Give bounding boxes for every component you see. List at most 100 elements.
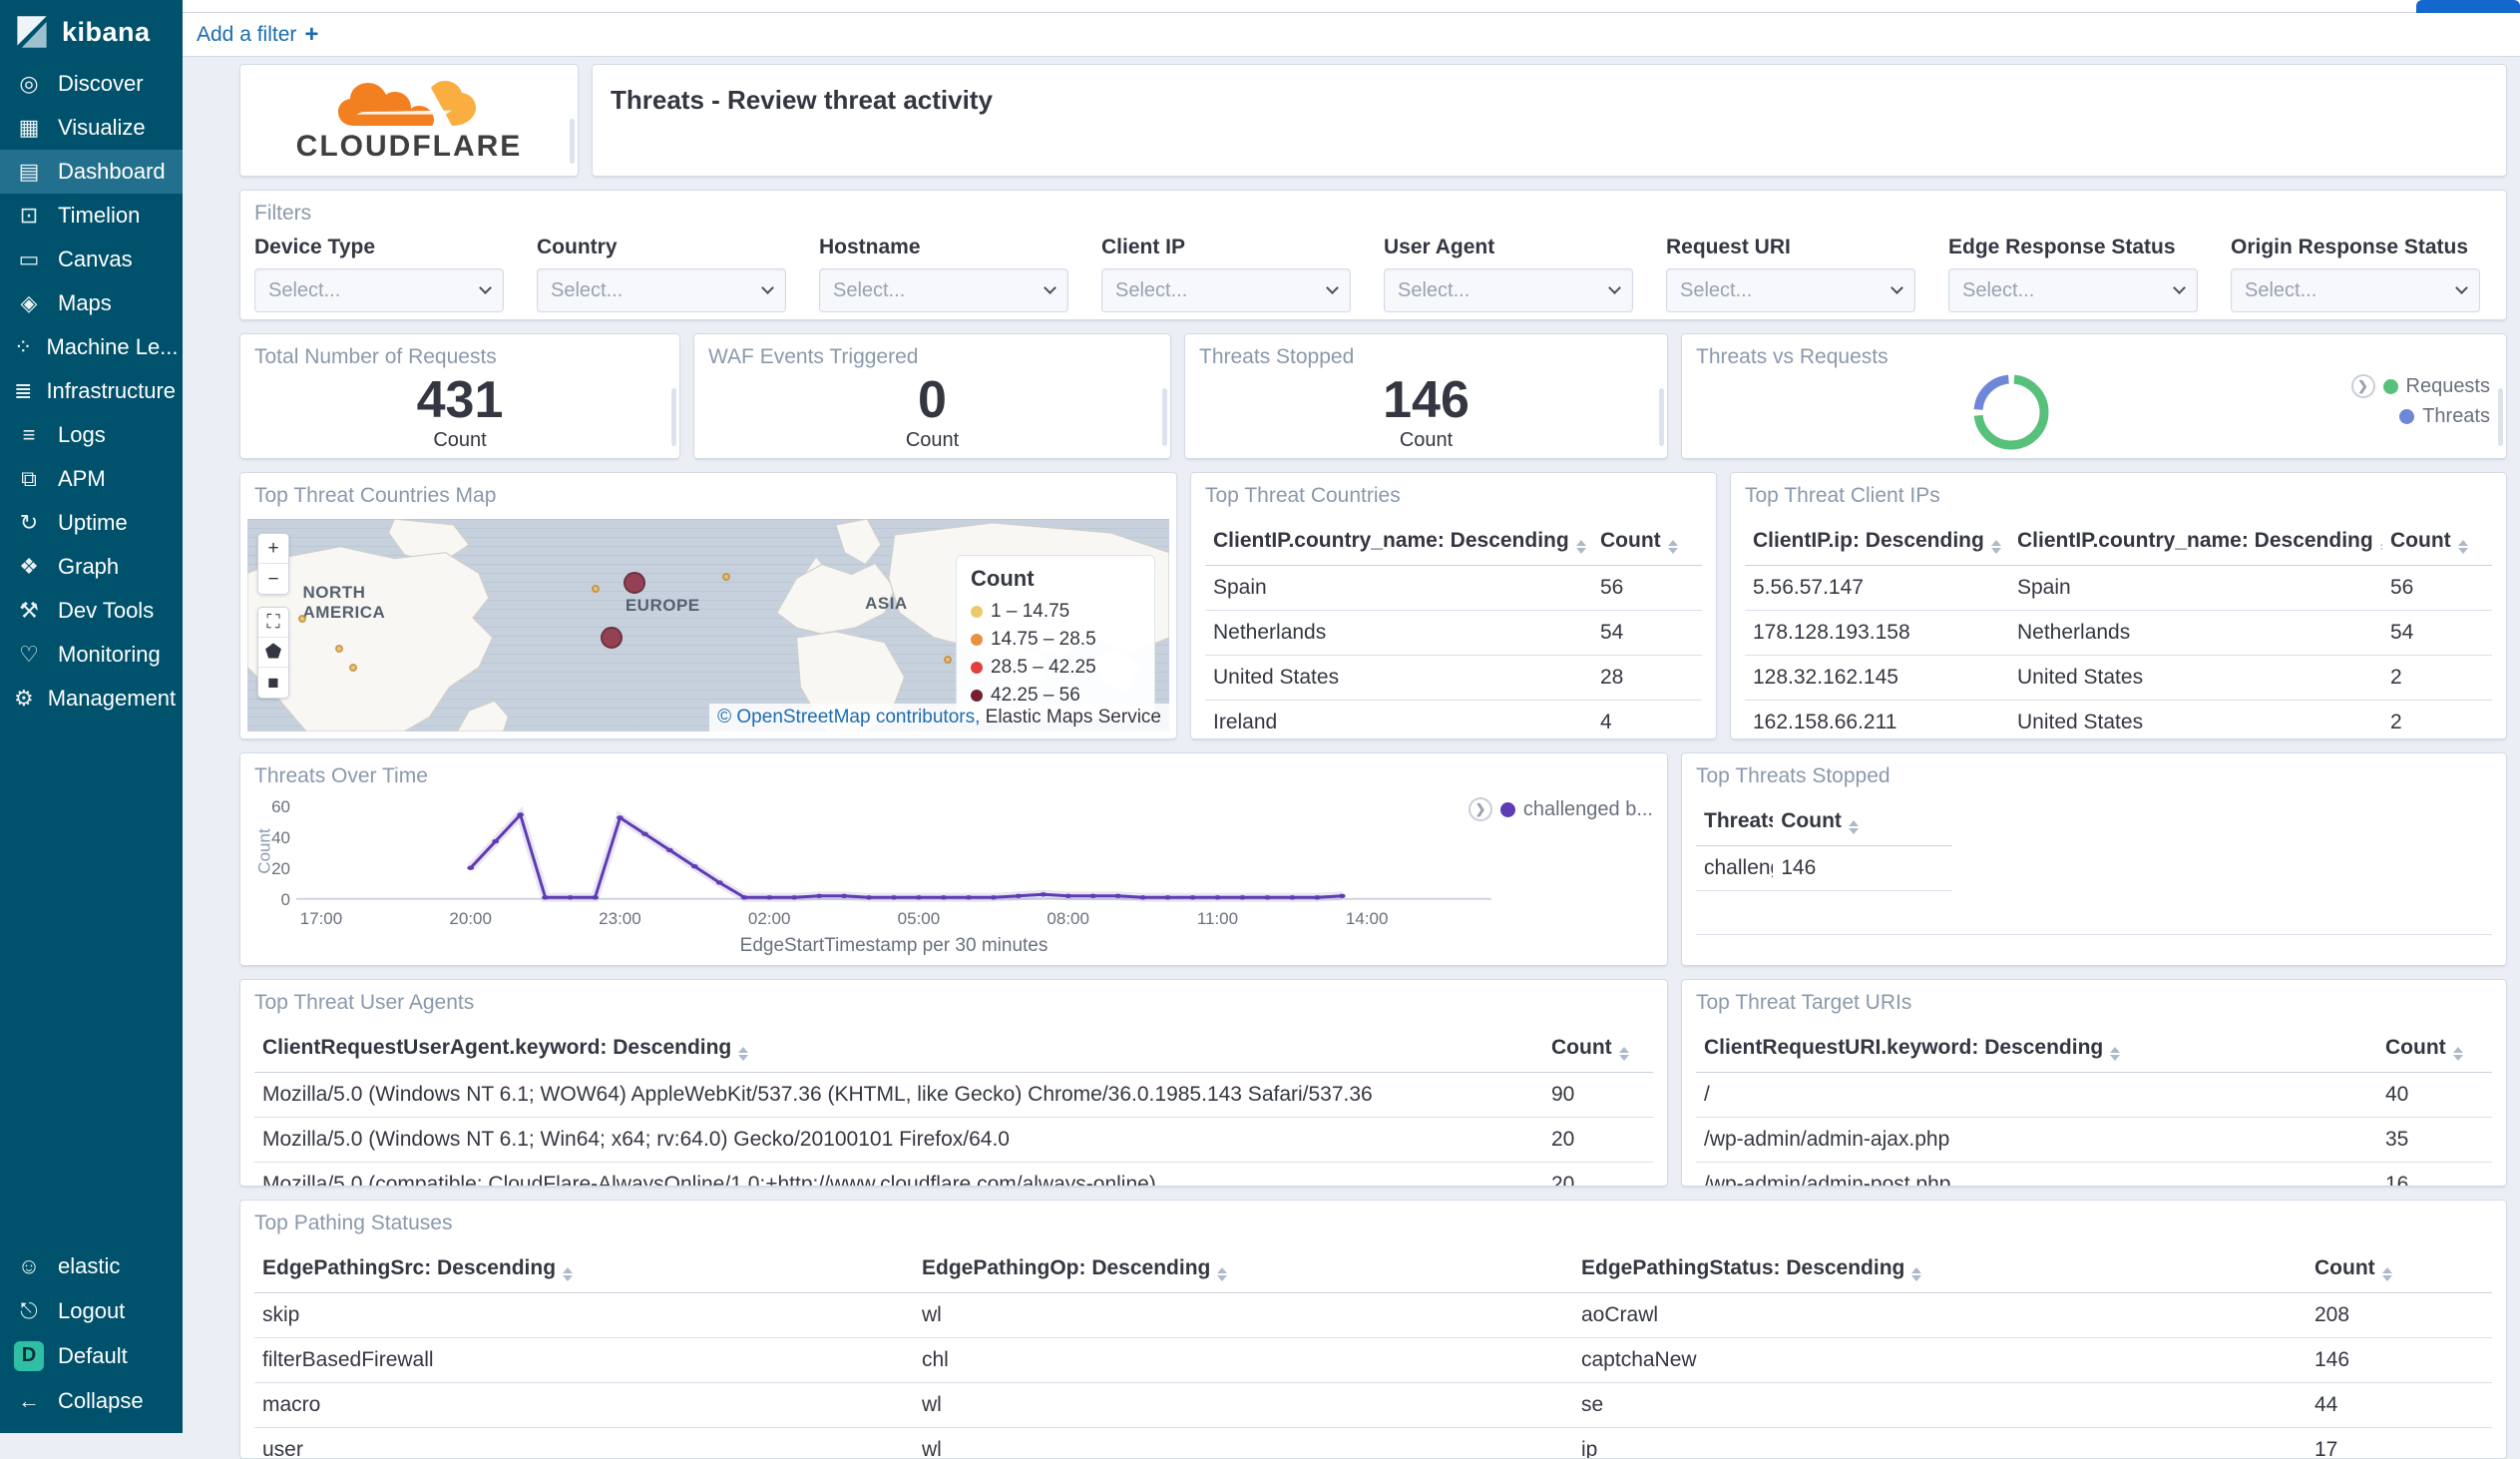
column-header[interactable]: Count [2382, 518, 2492, 566]
sidebar-item-infrastructure[interactable]: ≣Infrastructure [0, 369, 183, 413]
column-header[interactable]: Count [2377, 1025, 2492, 1073]
column-header[interactable]: Count [2307, 1245, 2492, 1293]
sidebar-footer-logout[interactable]: ⎋Logout [0, 1288, 183, 1333]
sidebar-footer-collapse[interactable]: ←Collapse [0, 1378, 183, 1423]
threat-location-dot[interactable] [335, 645, 343, 653]
filter-request-uri: Request URISelect... [1666, 236, 1915, 312]
sidebar-item-maps[interactable]: ◈Maps [0, 281, 183, 325]
sidebar-footer-default[interactable]: DDefault [0, 1333, 183, 1378]
threat-location-dot[interactable] [298, 615, 306, 623]
filter-select-country[interactable]: Select... [537, 268, 786, 312]
map-attribution: © OpenStreetMap contributors, Elastic Ma… [709, 704, 1169, 731]
threat-location-dot[interactable] [349, 664, 357, 672]
uptime-icon: ↻ [14, 510, 44, 536]
table-cell: 54 [1592, 611, 1702, 656]
sidebar-item-canvas[interactable]: ▭Canvas [0, 238, 183, 281]
map-viewport[interactable]: NORTH AMERICAEUROPEASIA + − ⛶ ⬟ ■ Count … [247, 519, 1169, 731]
column-header[interactable]: ClientIP.ip: Descending [1745, 518, 2009, 566]
top-threat-client-ips-panel: Top Threat Client IPs ClientIP.ip: Desce… [1730, 472, 2507, 739]
threat-location-dot[interactable] [601, 627, 623, 649]
legend-dot-icon [971, 662, 983, 674]
filter-label: Country [537, 236, 786, 259]
sidebar-item-graph[interactable]: ❖Graph [0, 545, 183, 589]
kibana-logo[interactable]: kibana [0, 0, 183, 62]
update-button[interactable] [2416, 0, 2520, 13]
filter-select-user-agent[interactable]: Select... [1384, 268, 1633, 312]
threat-location-dot[interactable] [624, 572, 645, 594]
column-header[interactable]: Count [1773, 798, 1952, 846]
rectangle-tool-icon[interactable]: ■ [258, 668, 288, 698]
column-header[interactable]: ClientIP.country_name: Descending [2009, 518, 2382, 566]
sidebar-item-monitoring[interactable]: ♡Monitoring [0, 633, 183, 677]
sidebar-item-uptime[interactable]: ↻ Uptime [0, 501, 183, 545]
openstreetmap-link[interactable]: © OpenStreetMap contributors, [717, 707, 980, 728]
table-cell: 16 [2377, 1163, 2492, 1188]
chevron-down-icon [1890, 281, 1903, 294]
sidebar-item-visualize[interactable]: ▦Visualize [0, 106, 183, 150]
threat-location-dot[interactable] [944, 656, 952, 664]
select-placeholder: Select... [1680, 279, 1752, 302]
column-header[interactable]: EdgePathingStatus: Descending [1573, 1245, 2307, 1293]
column-header[interactable]: ClientRequestUserAgent.keyword: Descendi… [254, 1025, 1543, 1073]
map-legend-item: 1 – 14.75 [971, 598, 1140, 626]
column-header[interactable]: EdgePathingSrc: Descending [254, 1245, 914, 1293]
filter-select-edge-response-status[interactable]: Select... [1948, 268, 2198, 312]
sort-icon [563, 1267, 573, 1281]
filter-select-hostname[interactable]: Select... [819, 268, 1068, 312]
threat-location-dot[interactable] [722, 573, 730, 581]
legend-expand-icon[interactable]: ❯ [2351, 374, 2375, 398]
sidebar-item-label: APM [58, 466, 106, 492]
filter-label: Device Type [254, 236, 504, 259]
dashboard-grid: CLOUDFLARE Threats - Review threat activ… [183, 57, 2520, 1459]
table-cell: 162.158.66.211 [1745, 701, 2009, 740]
column-header[interactable]: Count [1592, 518, 1702, 566]
sidebar-item-discover[interactable]: ◎Discover [0, 62, 183, 106]
filters-row: Device TypeSelect...CountrySelect...Host… [240, 232, 2506, 312]
maps-icon: ◈ [14, 290, 44, 316]
empty-table-row [1696, 891, 2492, 935]
polygon-tool-icon[interactable]: ⬟ [258, 638, 288, 668]
sidebar-item-dashboard[interactable]: ▤Dashboard [0, 150, 183, 194]
donut-legend: ❯ Requests Threats [2351, 374, 2491, 428]
zoom-out-button[interactable]: − [258, 564, 288, 594]
panel-title: Threats Over Time [240, 753, 1667, 794]
filter-select-request-uri[interactable]: Select... [1666, 268, 1915, 312]
top-pathing-statuses-panel: Top Pathing Statuses EdgePathingSrc: Des… [239, 1200, 2507, 1459]
filter-select-device-type[interactable]: Select... [254, 268, 504, 312]
table-cell: 5.56.57.147 [1745, 566, 2009, 611]
table-cell: captchaNew [1573, 1338, 2307, 1383]
table-cell: challenged by filter based firewall [1696, 846, 1773, 891]
sidebar-footer-elastic[interactable]: ☺elastic [0, 1243, 183, 1288]
add-filter-link[interactable]: Add a filter + [197, 21, 318, 49]
legend-item-requests[interactable]: ❯ Requests [2351, 374, 2491, 398]
legend-item-threats[interactable]: Threats [2399, 405, 2490, 428]
table-cell: 2 [2382, 656, 2492, 701]
sidebar-item-dev-tools[interactable]: ⚒Dev Tools [0, 589, 183, 633]
sidebar-item-label: Uptime [58, 510, 128, 536]
sort-icon [2110, 1047, 2120, 1061]
sort-icon [1911, 1267, 1921, 1281]
filter-select-client-ip[interactable]: Select... [1101, 268, 1351, 312]
legend-expand-icon[interactable]: ❯ [1469, 797, 1492, 821]
chevron-down-icon [2455, 281, 2468, 294]
sidebar-item-apm[interactable]: ⧉APM [0, 457, 183, 501]
filter-select-origin-response-status[interactable]: Select... [2231, 268, 2480, 312]
crop-tool-icon[interactable]: ⛶ [258, 608, 288, 638]
sidebar-item-timelion[interactable]: ⊡Timelion [0, 194, 183, 238]
sidebar-item-management[interactable]: ⚙Management [0, 677, 183, 721]
column-header[interactable]: ClientRequestURI.keyword: Descending [1696, 1025, 2377, 1073]
time-legend-item[interactable]: ❯ challenged b... [1469, 797, 1653, 821]
sidebar-item-logs[interactable]: ≡Logs [0, 413, 183, 457]
threat-location-dot[interactable] [592, 585, 600, 593]
column-header[interactable]: Threats: Descending [1696, 798, 1773, 846]
map-legend-item: 28.5 – 42.25 [971, 654, 1140, 682]
zoom-in-button[interactable]: + [258, 534, 288, 564]
sidebar-footer-label: Default [58, 1343, 128, 1369]
column-header[interactable]: Count [1543, 1025, 1653, 1073]
top-threat-user-agents-panel: Top Threat User Agents ClientRequestUser… [239, 979, 1668, 1187]
column-header[interactable]: ClientIP.country_name: Descending [1205, 518, 1592, 566]
infrastructure-icon: ≣ [14, 378, 32, 404]
column-header[interactable]: EdgePathingOp: Descending [914, 1245, 1573, 1293]
sidebar-item-label: Dashboard [58, 159, 166, 185]
sidebar-item-machine-le[interactable]: ⁘Machine Le... [0, 325, 183, 369]
